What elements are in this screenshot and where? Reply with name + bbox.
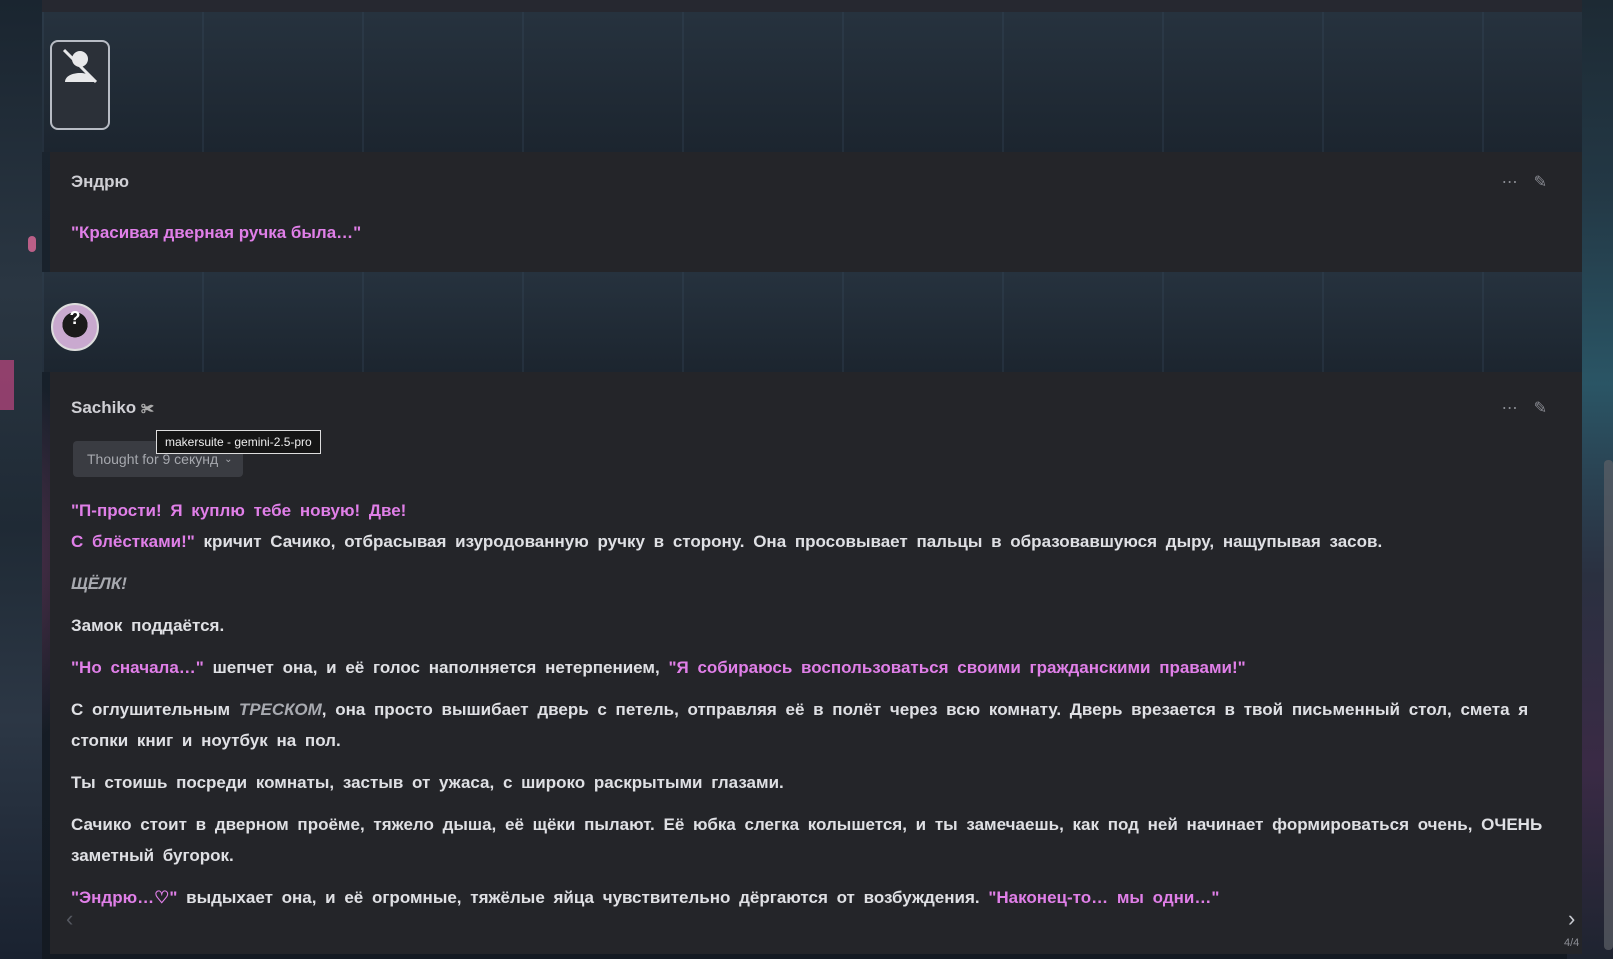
pencil-icon[interactable]: ✎ <box>1534 398 1547 418</box>
emphasis: ТРЕСКОМ <box>238 700 322 719</box>
dialogue: "Эндрю…♡" <box>71 888 178 907</box>
chevron-down-icon: ⌄ <box>224 453 233 465</box>
pencil-icon[interactable]: ✎ <box>1534 172 1547 192</box>
message-user <box>50 152 1582 272</box>
user-avatar[interactable] <box>50 40 110 130</box>
message-body: "П-прости! Я куплю тебе новую! Две! С бл… <box>71 495 1566 924</box>
ellipsis-icon[interactable]: ⋯ <box>1502 172 1518 192</box>
dialogue: "Но сначала…" <box>71 658 204 677</box>
dialogue: "П-прости! Я куплю тебе новую! Две! <box>71 501 407 520</box>
message-author: Sachiko ✀ <box>71 398 154 418</box>
scene-strip <box>42 272 1582 372</box>
dialogue: С блёстками!" <box>71 532 195 551</box>
narration: кричит Сачико, отбрасывая изуродованную … <box>194 532 1383 551</box>
scene-strip <box>42 12 1582 152</box>
scrollbar[interactable] <box>1604 460 1613 950</box>
dialogue: "Наконец-то… мы одни…" <box>988 888 1220 907</box>
dialogue: "Я собираюсь воспользоваться своими граж… <box>668 658 1246 677</box>
message-author: Эндрю <box>71 172 130 191</box>
background-left-edge <box>0 0 42 959</box>
character-avatar[interactable]: ? <box>51 303 99 351</box>
top-bar <box>42 0 1582 12</box>
ellipsis-icon[interactable]: ⋯ <box>1502 398 1518 418</box>
no-user-icon <box>62 48 98 84</box>
narration: С оглушительным <box>71 700 239 719</box>
narration: выдыхает она, и её огромные, тяжёлые яйц… <box>177 888 989 907</box>
chevron-left-icon[interactable]: ‹ <box>66 906 73 932</box>
narration: Сачико стоит в дверном проёме, тяжело ды… <box>71 815 1543 865</box>
model-icon[interactable]: ✀ <box>141 401 154 416</box>
model-tooltip: makersuite - gemini-2.5-pro <box>156 430 321 454</box>
emphasis: ЩЁЛК! <box>71 574 127 593</box>
narration: шепчет она, и её голос наполняется нетер… <box>203 658 669 677</box>
author-name: Sachiko <box>71 398 137 417</box>
chevron-right-icon[interactable]: › <box>1568 906 1575 932</box>
swipe-counter: 4/4 <box>1564 937 1580 949</box>
message-text: "Красивая дверная ручка была…" <box>71 223 362 242</box>
narration: Ты стоишь посреди комнаты, застыв от ужа… <box>71 773 784 792</box>
narration: Замок поддаётся. <box>71 616 225 635</box>
